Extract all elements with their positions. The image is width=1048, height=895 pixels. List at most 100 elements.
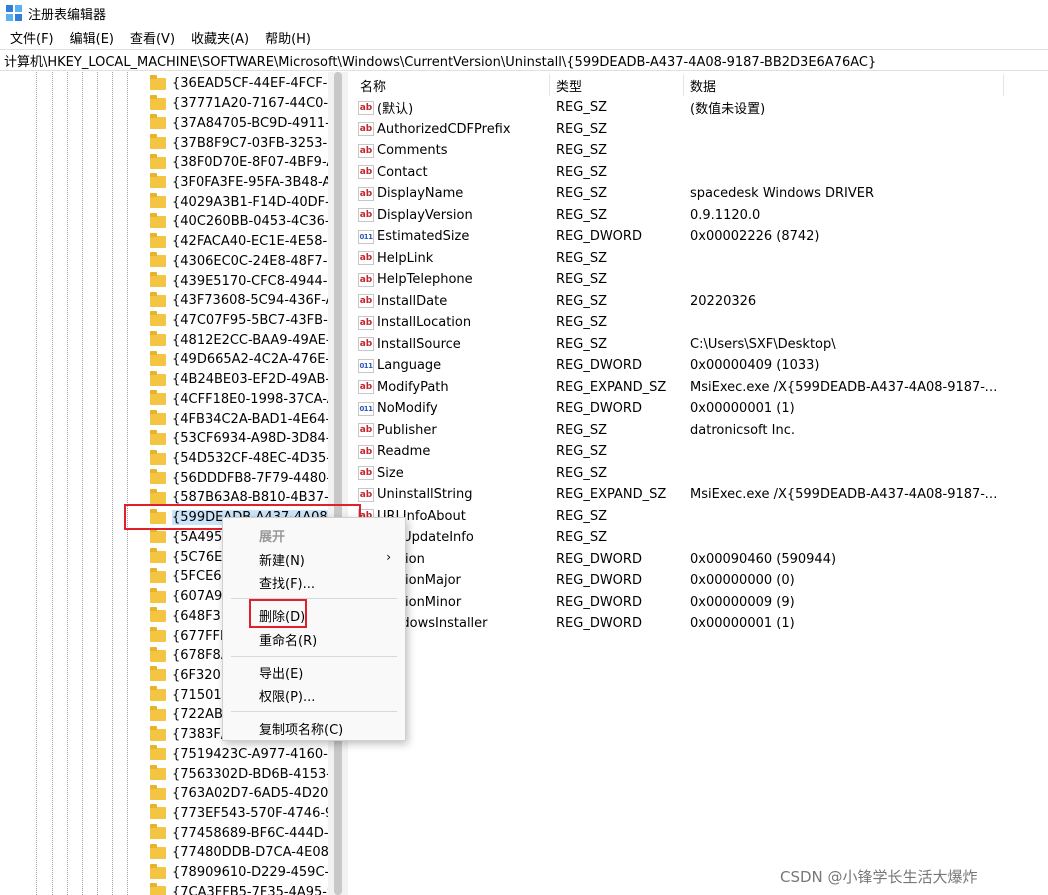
value-row[interactable]: abURLUpdateInfoREG_SZ: [354, 527, 1004, 549]
value-row[interactable]: abURLInfoAboutREG_SZ: [354, 506, 1004, 528]
value-type: REG_EXPAND_SZ: [556, 379, 667, 395]
value-name: EstimatedSize: [377, 229, 470, 245]
column-header-data[interactable]: 数据: [684, 74, 1004, 96]
tree-item[interactable]: {43F73608-5C94-436F-A: [150, 291, 328, 311]
value-row[interactable]: ab UninstallString REG_EXPAND_SZ MsiExec.ex…: [354, 484, 1004, 506]
tree-item[interactable]: {4FB34C2A-BAD1-4E64-: [150, 409, 328, 429]
ctx-rename[interactable]: 重命名(R): [259, 630, 317, 649]
value-row[interactable]: ab InstallDate REG_SZ 20220326: [354, 291, 1004, 313]
value-name-cell: ab DisplayName: [354, 186, 550, 201]
folder-icon: [150, 765, 166, 781]
tree-item[interactable]: {56DDDFB8-7F79-4480-: [150, 468, 328, 488]
value-row[interactable]: ab DisplayName REG_SZ spacedesk Windows DRI…: [354, 183, 1004, 205]
folder-icon: [150, 410, 166, 426]
tree-item[interactable]: {37A84705-BC9D-4911-: [150, 113, 328, 133]
ctx-permissions[interactable]: 权限(P)...: [259, 686, 315, 705]
menu-help[interactable]: 帮助(H): [265, 28, 311, 47]
value-row[interactable]: 011VersionMajorREG_DWORD0x00000000 (0): [354, 570, 1004, 592]
value-row[interactable]: ab Comments REG_SZ: [354, 140, 1004, 162]
tree-item[interactable]: {4B24BE03-EF2D-49AB-9: [150, 370, 328, 390]
value-row[interactable]: ab (默认) REG_SZ (数值未设置): [354, 97, 1004, 119]
tree-item[interactable]: {37B8F9C7-03FB-3253-8: [150, 133, 328, 153]
address-path[interactable]: 计算机\HKEY_LOCAL_MACHINE\SOFTWARE\Microsof…: [4, 51, 876, 70]
value-row[interactable]: ab DisplayVersion REG_SZ 0.9.1120.0: [354, 205, 1004, 227]
ctx-find[interactable]: 查找(F)...: [259, 573, 315, 592]
tree-item[interactable]: {4306EC0C-24E8-48F7-9: [150, 251, 328, 271]
tree-item[interactable]: {53CF6934-A98D-3D84-: [150, 429, 328, 449]
tree-item[interactable]: {36EAD5CF-44EF-4FCF-8: [150, 74, 328, 94]
value-row[interactable]: ab ModifyPath REG_EXPAND_SZ MsiExec.exe /X{…: [354, 377, 1004, 399]
tree-item[interactable]: {42FACA40-EC1E-4E58-8: [150, 232, 328, 252]
value-row[interactable]: ab HelpTelephone REG_SZ: [354, 269, 1004, 291]
value-data: 0x00002226 (8742): [690, 229, 820, 245]
folder-icon: [150, 686, 166, 702]
value-name-cell: ab DisplayVersion: [354, 208, 550, 223]
watermark: CSDN @小锋学长生活大爆炸: [780, 868, 978, 886]
ctx-separator: [231, 656, 397, 657]
ctx-copy-key-name[interactable]: 复制项名称(C): [259, 719, 343, 738]
tree-item[interactable]: {439E5170-CFC8-4944-8: [150, 271, 328, 291]
menu-edit[interactable]: 编辑(E): [70, 28, 114, 47]
tree-item[interactable]: {77458689-BF6C-444D-9: [150, 823, 328, 843]
value-type: REG_SZ: [556, 530, 607, 546]
binary-value-icon: 011: [358, 358, 374, 373]
tree-item[interactable]: {7563302D-BD6B-4153-: [150, 764, 328, 784]
tree-item[interactable]: {49D665A2-4C2A-476E-: [150, 350, 328, 370]
tree-item-label: {5A495: [172, 529, 223, 545]
tree-item[interactable]: {37771A20-7167-44C0-E: [150, 94, 328, 114]
tree-item-label: {71501: [172, 687, 222, 703]
menu-view[interactable]: 查看(V): [130, 28, 175, 47]
value-row[interactable]: ab InstallLocation REG_SZ: [354, 312, 1004, 334]
value-row[interactable]: ab InstallSource REG_SZ C:\Users\SXF\Deskto…: [354, 334, 1004, 356]
value-type: REG_SZ: [556, 272, 607, 288]
value-row[interactable]: ab HelpLink REG_SZ: [354, 248, 1004, 270]
value-row[interactable]: ab Size REG_SZ: [354, 463, 1004, 485]
value-row[interactable]: 011VersionREG_DWORD0x00090460 (590944): [354, 549, 1004, 571]
tree-item[interactable]: {4812E2CC-BAA9-49AE-: [150, 330, 328, 350]
column-header-name[interactable]: 名称: [354, 74, 550, 96]
tree-item[interactable]: {77480DDB-D7CA-4E08-: [150, 843, 328, 863]
folder-icon: [150, 804, 166, 820]
folder-icon: [150, 74, 166, 90]
value-row[interactable]: 011 NoModify REG_DWORD 0x00000001 (1): [354, 398, 1004, 420]
tree-item[interactable]: {3F0FA3FE-95FA-3B48-A: [150, 173, 328, 193]
value-row[interactable]: ab Readme REG_SZ: [354, 441, 1004, 463]
tree-item-label: {47C07F95-5BC7-43FB-8: [172, 312, 328, 328]
value-name: DisplayVersion: [377, 207, 473, 223]
value-name: Publisher: [377, 422, 437, 438]
value-row[interactable]: 011WindowsInstallerREG_DWORD0x00000001 (…: [354, 613, 1004, 635]
tree-item[interactable]: {47C07F95-5BC7-43FB-8: [150, 311, 328, 331]
tree-item[interactable]: {773EF543-570F-4746-9: [150, 804, 328, 824]
value-row[interactable]: 011VersionMinorREG_DWORD0x00000009 (9): [354, 592, 1004, 614]
value-row[interactable]: 011 Language REG_DWORD 0x00000409 (1033): [354, 355, 1004, 377]
tree-item[interactable]: {78909610-D229-459C-A: [150, 863, 328, 883]
tree-scrollbar-thumb[interactable]: [334, 72, 342, 895]
tree-item[interactable]: {763A02D7-6AD5-4D20: [150, 784, 328, 804]
value-row[interactable]: 011 EstimatedSize REG_DWORD 0x00002226 (874…: [354, 226, 1004, 248]
value-row[interactable]: ab Publisher REG_SZ datronicsoft Inc.: [354, 420, 1004, 442]
value-type: REG_SZ: [556, 336, 607, 352]
address-bar[interactable]: 计算机\HKEY_LOCAL_MACHINE\SOFTWARE\Microsof…: [0, 49, 1048, 71]
value-type: REG_SZ: [556, 465, 607, 481]
value-name: Comments: [377, 143, 448, 159]
value-name-cell: ab Contact: [354, 165, 550, 180]
tree-item[interactable]: {4029A3B1-F14D-40DF-: [150, 192, 328, 212]
list-header: 名称 类型 数据: [354, 74, 1048, 96]
value-data: 20220326: [690, 293, 757, 309]
menu-favorites[interactable]: 收藏夹(A): [191, 28, 249, 47]
regedit-app-icon: [6, 5, 22, 21]
tree-item[interactable]: {54D532CF-48EC-4D35-: [150, 449, 328, 469]
string-value-icon: ab: [358, 272, 374, 287]
column-header-type[interactable]: 类型: [550, 74, 684, 96]
tree-item[interactable]: {7519423C-A977-4160-8: [150, 744, 328, 764]
tree-item[interactable]: {40C260BB-0453-4C36-I: [150, 212, 328, 232]
value-row[interactable]: ab Contact REG_SZ: [354, 162, 1004, 184]
tree-scrollbar[interactable]: [328, 72, 348, 895]
tree-item[interactable]: {38F0D70E-8F07-4BF9-A: [150, 153, 328, 173]
tree-item[interactable]: {7CA3FFB5-7F35-4A95-9: [150, 883, 328, 895]
ctx-export[interactable]: 导出(E): [259, 663, 303, 682]
menu-file[interactable]: 文件(F): [10, 28, 54, 47]
tree-item[interactable]: {4CFF18E0-1998-37CA-A: [150, 390, 328, 410]
ctx-new[interactable]: 新建(N): [259, 550, 305, 569]
value-row[interactable]: ab AuthorizedCDFPrefix REG_SZ: [354, 119, 1004, 141]
